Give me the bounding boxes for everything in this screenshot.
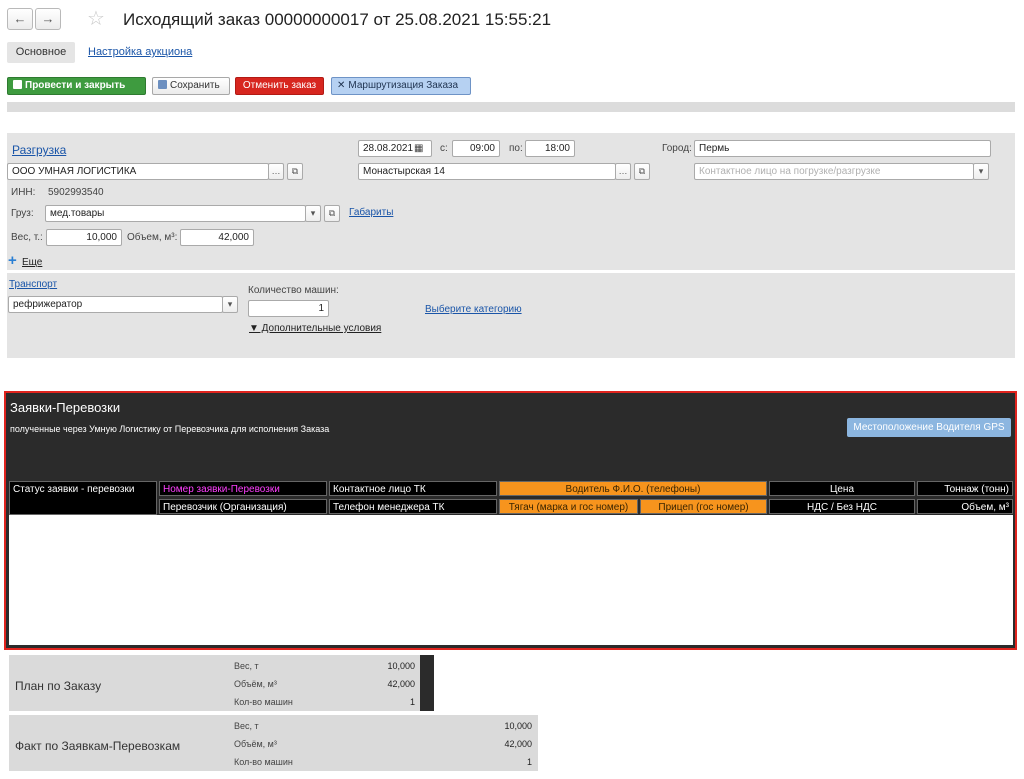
col-contact-tk: Контактное лицо ТК <box>329 481 497 496</box>
col-request-number: Номер заявки-Перевозки <box>159 481 327 496</box>
tab-auction-settings[interactable]: Настройка аукциона <box>88 46 192 58</box>
time-from-field[interactable]: 09:00 <box>452 140 500 157</box>
inn-label: ИНН: <box>11 187 36 198</box>
calendar-icon[interactable]: ▦ <box>414 143 423 154</box>
fact-cars-label: Кол-во машин <box>234 757 293 767</box>
company-select-button[interactable]: … <box>268 163 284 180</box>
cancel-order-button[interactable]: Отменить заказ <box>235 77 324 95</box>
cargo-label: Груз: <box>11 208 34 219</box>
post-and-close-button[interactable]: Провести и закрыть <box>7 77 146 95</box>
time-from-label: с: <box>440 143 448 154</box>
col-manager-phone: Телефон менеджера ТК <box>329 499 497 514</box>
shuffle-icon: ✕ <box>337 80 346 91</box>
inn-value: 5902993540 <box>48 187 104 198</box>
plus-icon[interactable]: + <box>8 253 17 268</box>
more-link[interactable]: Еще <box>22 257 42 268</box>
plan-volume-value: 42,000 <box>387 679 415 689</box>
plan-weight-value: 10,000 <box>387 661 415 671</box>
separator-bar <box>7 102 1015 112</box>
cargo-dropdown-chevron-icon[interactable]: ▾ <box>305 205 321 222</box>
transport-link[interactable]: Транспорт <box>9 279 57 290</box>
page-title: Исходящий заказ 00000000017 от 25.08.202… <box>123 10 552 29</box>
cargo-open-icon[interactable]: ⧉ <box>324 205 340 222</box>
col-tractor: Тягач (марка и гос номер) <box>499 499 638 514</box>
company-open-icon[interactable]: ⧉ <box>287 163 303 180</box>
fact-weight-label: Вес, т <box>234 721 259 731</box>
company-field[interactable]: ООО УМНАЯ ЛОГИСТИКА <box>7 163 269 180</box>
address-select-button[interactable]: … <box>615 163 631 180</box>
back-arrow-icon: ← <box>13 11 27 26</box>
col-volume: Объем, м³ <box>917 499 1013 514</box>
plan-cars-value: 1 <box>409 697 415 707</box>
forward-arrow-icon: → <box>41 11 55 26</box>
forward-button[interactable]: → <box>35 8 61 30</box>
cargo-field[interactable]: мед.товары <box>45 205 306 222</box>
volume-field[interactable]: 42,000 <box>180 229 254 246</box>
col-status: Статус заявки - перевозки <box>9 481 157 515</box>
choose-category-link[interactable]: Выберите категорию <box>425 304 522 315</box>
city-label: Город: <box>662 143 692 154</box>
col-price: Цена <box>769 481 915 496</box>
plan-side-strip <box>420 655 434 711</box>
fact-weight-value: 10,000 <box>504 721 532 731</box>
routing-button[interactable]: ✕ Маршрутизация Заказа <box>331 77 471 95</box>
weight-field[interactable]: 10,000 <box>46 229 122 246</box>
unload-heading-link[interactable]: Разгрузка <box>12 143 66 157</box>
transport-dropdown-chevron-icon[interactable]: ▾ <box>222 296 238 313</box>
fact-cars-value: 1 <box>526 757 532 767</box>
contact-dropdown-chevron-icon[interactable]: ▾ <box>973 163 989 180</box>
time-to-label: по: <box>509 143 523 154</box>
post-icon <box>13 80 22 89</box>
plan-cars-label: Кол-во машин <box>234 697 293 707</box>
time-to-field[interactable]: 18:00 <box>525 140 575 157</box>
favorite-star-icon[interactable]: ☆ <box>87 6 105 31</box>
address-open-icon[interactable]: ⧉ <box>634 163 650 180</box>
address-field[interactable]: Монастырская 14 <box>358 163 616 180</box>
col-carrier: Перевозчик (Организация) <box>159 499 327 514</box>
dimensions-link[interactable]: Габариты <box>349 207 393 218</box>
col-trailer: Прицеп (гос номер) <box>640 499 767 514</box>
driver-gps-button[interactable]: Местоположение Водителя GPS <box>847 418 1011 437</box>
fact-title: Факт по Заявкам-Перевозкам <box>15 739 181 753</box>
weight-label: Вес, т.: <box>11 232 43 243</box>
back-button[interactable]: ← <box>7 8 33 30</box>
col-vat: НДС / Без НДС <box>769 499 915 514</box>
cars-count-field[interactable]: 1 <box>248 300 329 317</box>
col-tonnage: Тоннаж (тонн) <box>917 481 1013 496</box>
volume-label: Объем, м³: <box>127 232 178 243</box>
transport-panel <box>7 273 1015 358</box>
floppy-disk-icon <box>158 80 167 89</box>
col-driver: Водитель Ф.И.О. (телефоны) <box>499 481 767 496</box>
plan-weight-label: Вес, т <box>234 661 259 671</box>
transport-type-field[interactable]: рефрижератор <box>8 296 223 313</box>
fact-volume-value: 42,000 <box>504 739 532 749</box>
cars-count-label: Количество машин: <box>248 285 339 296</box>
requests-title: Заявки-Перевозки <box>10 400 121 415</box>
fact-volume-label: Объём, м³ <box>234 739 277 749</box>
extra-conditions-link[interactable]: ▼ Дополнительные условия <box>249 323 381 334</box>
requests-table-body[interactable] <box>9 515 1013 645</box>
city-field[interactable]: Пермь <box>694 140 991 157</box>
contact-person-field[interactable]: Контактное лицо на погрузке/разгрузке <box>694 163 974 180</box>
plan-volume-label: Объём, м³ <box>234 679 277 689</box>
requests-subtitle: полученные через Умную Логистику от Пере… <box>10 424 330 434</box>
tab-main[interactable]: Основное <box>7 42 75 63</box>
plan-title: План по Заказу <box>15 679 102 693</box>
save-button[interactable]: Сохранить <box>152 77 230 95</box>
